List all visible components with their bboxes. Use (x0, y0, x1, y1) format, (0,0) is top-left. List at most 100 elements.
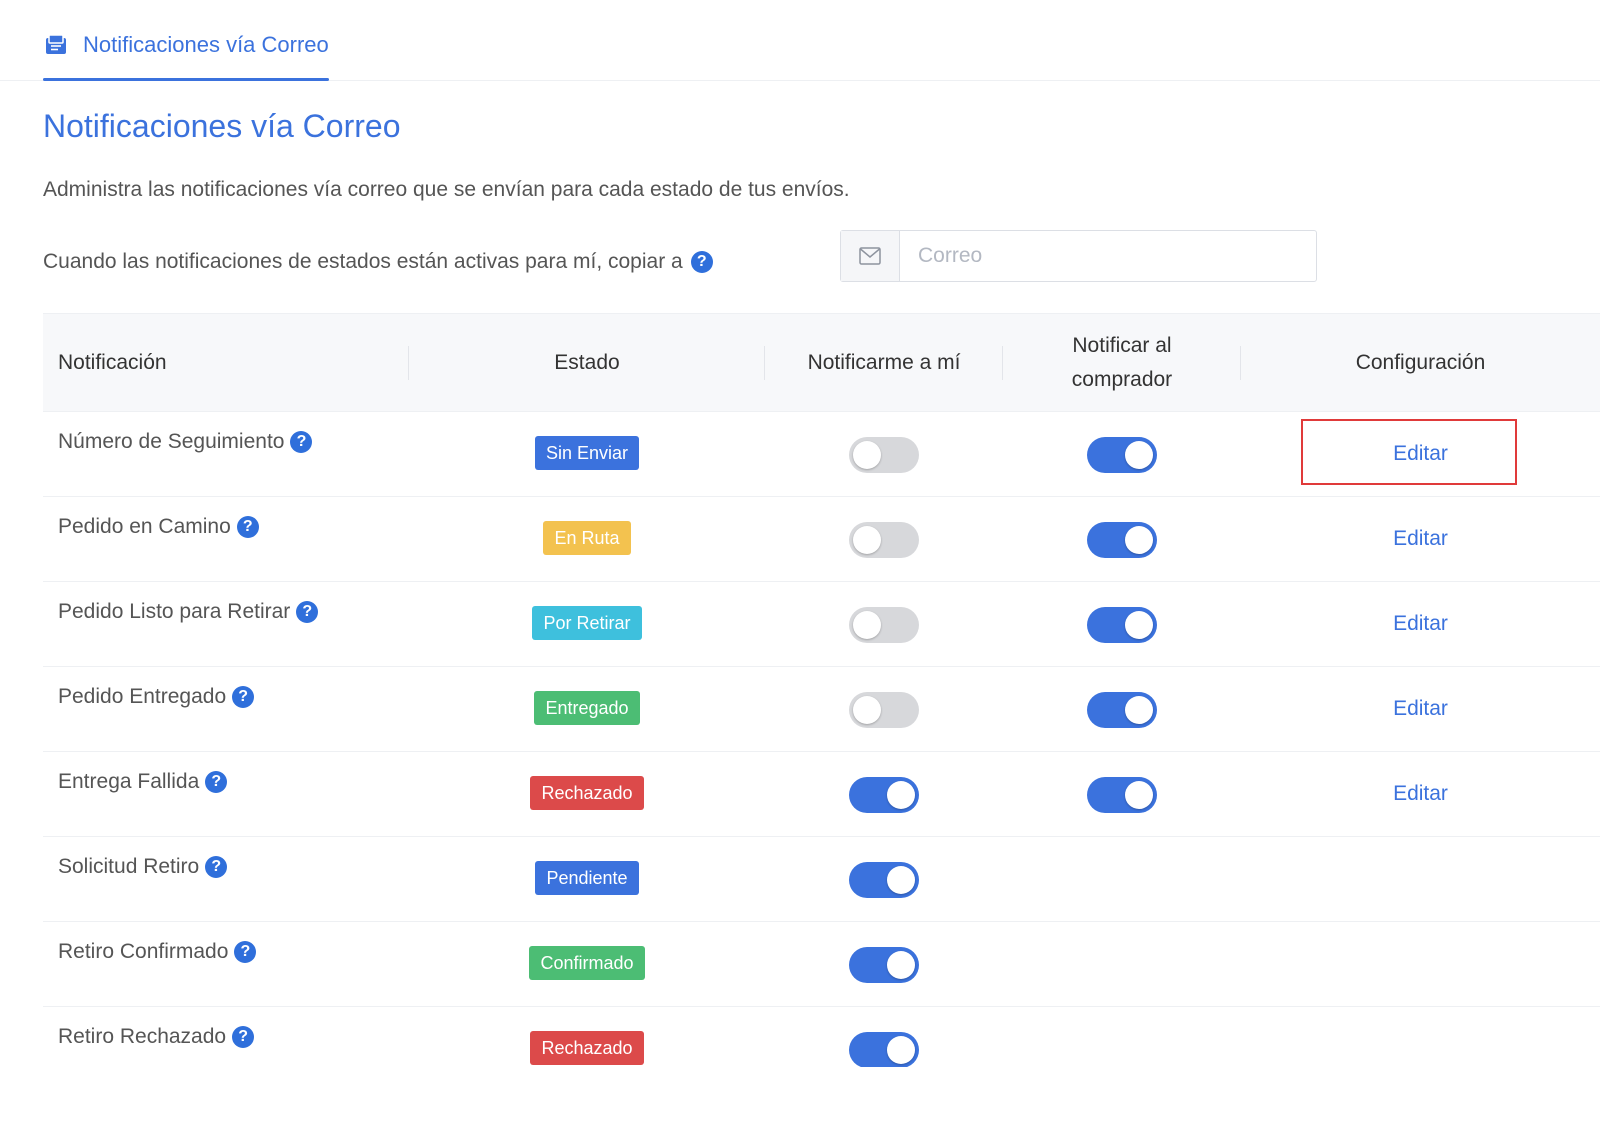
help-icon[interactable]: ? (232, 1026, 255, 1048)
help-icon[interactable]: ? (232, 686, 255, 708)
tab-active-indicator (43, 78, 329, 81)
edit-link[interactable]: Editar (1241, 776, 1600, 812)
notification-name: Número de Seguimiento? (58, 430, 313, 454)
header-estado: Estado (409, 314, 765, 411)
table-body: Número de Seguimiento? Sin Enviar Editar Pe… (43, 412, 1600, 1067)
table-row: Retiro Rechazado? Rechazado (43, 1007, 1600, 1067)
notify-me-cell (765, 947, 1003, 983)
notification-name: Entrega Fallida? (58, 770, 228, 794)
toggle-knob (887, 951, 915, 979)
help-icon[interactable]: ? (236, 516, 259, 538)
notification-name: Retiro Rechazado? (58, 1025, 255, 1049)
notification-label: Solicitud Retiro (58, 855, 200, 878)
toggle-knob (1125, 696, 1153, 724)
notify-me-toggle[interactable] (849, 947, 919, 983)
notify-me-toggle[interactable] (849, 862, 919, 898)
status-cell: Entregado (409, 691, 765, 725)
table-header: Notificación Estado Notificarme a mí Not… (43, 313, 1600, 412)
header-notificacion: Notificación (43, 314, 409, 411)
notify-me-cell (765, 862, 1003, 898)
status-badge: Rechazado (530, 776, 644, 810)
notify-buyer-toggle[interactable] (1087, 692, 1157, 728)
status-badge: Confirmado (529, 946, 645, 980)
status-cell: Confirmado (409, 946, 765, 980)
page-title: Notificaciones vía Correo (43, 108, 401, 144)
toggle-knob (1125, 781, 1153, 809)
notification-label: Retiro Rechazado (58, 1025, 227, 1048)
header-notificarme: Notificarme a mí (765, 314, 1003, 411)
tab-notificaciones-correo[interactable]: Notificaciones vía Correo (43, 24, 329, 81)
notification-name: Solicitud Retiro? (58, 855, 228, 879)
toggle-knob (1125, 611, 1153, 639)
status-badge: Sin Enviar (534, 436, 640, 470)
copy-to-label: Cuando las notificaciones de estados est… (43, 250, 683, 273)
notify-me-cell (765, 607, 1003, 643)
status-badge: Pendiente (535, 861, 639, 895)
notifications-table: Notificación Estado Notificarme a mí Not… (43, 313, 1600, 1067)
status-badge: En Ruta (543, 521, 631, 555)
page-description: Administra las notificaciones vía correo… (43, 178, 850, 201)
notify-buyer-toggle[interactable] (1087, 522, 1157, 558)
status-cell: Rechazado (409, 1031, 765, 1065)
notify-buyer-cell (1003, 692, 1241, 728)
edit-link[interactable]: Editar (1241, 606, 1600, 642)
help-icon[interactable]: ? (205, 771, 228, 793)
status-badge: Rechazado (530, 1031, 644, 1065)
notification-label: Pedido en Camino (58, 515, 231, 538)
notification-label: Pedido Entregado (58, 685, 227, 708)
status-badge: Por Retirar (532, 606, 642, 640)
notify-me-toggle[interactable] (849, 607, 919, 643)
status-cell: Rechazado (409, 776, 765, 810)
status-cell: Por Retirar (409, 606, 765, 640)
help-icon[interactable]: ? (290, 431, 313, 453)
notification-label: Retiro Confirmado (58, 940, 229, 963)
header-notificar-comprador: Notificar al comprador (1003, 314, 1241, 411)
status-cell: Pendiente (409, 861, 765, 895)
table-row: Entrega Fallida? Rechazado Editar (43, 752, 1600, 837)
notify-buyer-cell (1003, 777, 1241, 813)
copy-email-input[interactable] (900, 231, 1316, 281)
notify-buyer-cell (1003, 522, 1241, 558)
table-row: Pedido en Camino? En Ruta Editar (43, 497, 1600, 582)
notification-label: Entrega Fallida (58, 770, 200, 793)
notify-buyer-toggle[interactable] (1087, 777, 1157, 813)
notify-buyer-cell (1003, 607, 1241, 643)
notify-me-toggle[interactable] (849, 522, 919, 558)
mail-card-icon (46, 34, 66, 54)
toggle-knob (853, 611, 881, 639)
table-row: Número de Seguimiento? Sin Enviar Editar (43, 412, 1600, 497)
toggle-knob (853, 526, 881, 554)
notify-me-cell (765, 1032, 1003, 1067)
notification-name: Pedido en Camino? (58, 515, 259, 539)
notification-name: Retiro Confirmado? (58, 940, 257, 964)
notify-me-cell (765, 522, 1003, 558)
copy-email-field (840, 230, 1317, 282)
help-icon[interactable]: ? (234, 941, 257, 963)
notify-me-toggle[interactable] (849, 777, 919, 813)
toggle-knob (887, 1036, 915, 1064)
help-icon[interactable]: ? (296, 601, 319, 623)
header-configuracion: Configuración (1355, 350, 1486, 374)
notification-label: Pedido Listo para Retirar (58, 600, 291, 623)
notify-me-cell (765, 692, 1003, 728)
status-cell: En Ruta (409, 521, 765, 555)
table-row: Pedido Listo para Retirar? Por Retirar Edi… (43, 582, 1600, 667)
table-row: Retiro Confirmado? Confirmado (43, 922, 1600, 1007)
edit-link[interactable]: Editar (1241, 521, 1600, 557)
notify-buyer-cell (1003, 437, 1241, 473)
toggle-knob (887, 781, 915, 809)
help-icon[interactable]: ? (690, 251, 713, 273)
help-icon[interactable]: ? (205, 856, 228, 878)
notify-buyer-toggle[interactable] (1087, 437, 1157, 473)
toggle-knob (887, 866, 915, 894)
edit-link[interactable]: Editar (1241, 691, 1600, 727)
notify-me-toggle[interactable] (849, 437, 919, 473)
table-row: Solicitud Retiro? Pendiente (43, 837, 1600, 922)
notify-me-toggle[interactable] (849, 692, 919, 728)
notify-buyer-toggle[interactable] (1087, 607, 1157, 643)
notify-me-cell (765, 437, 1003, 473)
edit-link[interactable]: Editar (1241, 436, 1600, 472)
notify-me-toggle[interactable] (849, 1032, 919, 1067)
notification-name: Pedido Entregado? (58, 685, 255, 709)
tab-bar: Notificaciones vía Correo (0, 0, 1600, 81)
